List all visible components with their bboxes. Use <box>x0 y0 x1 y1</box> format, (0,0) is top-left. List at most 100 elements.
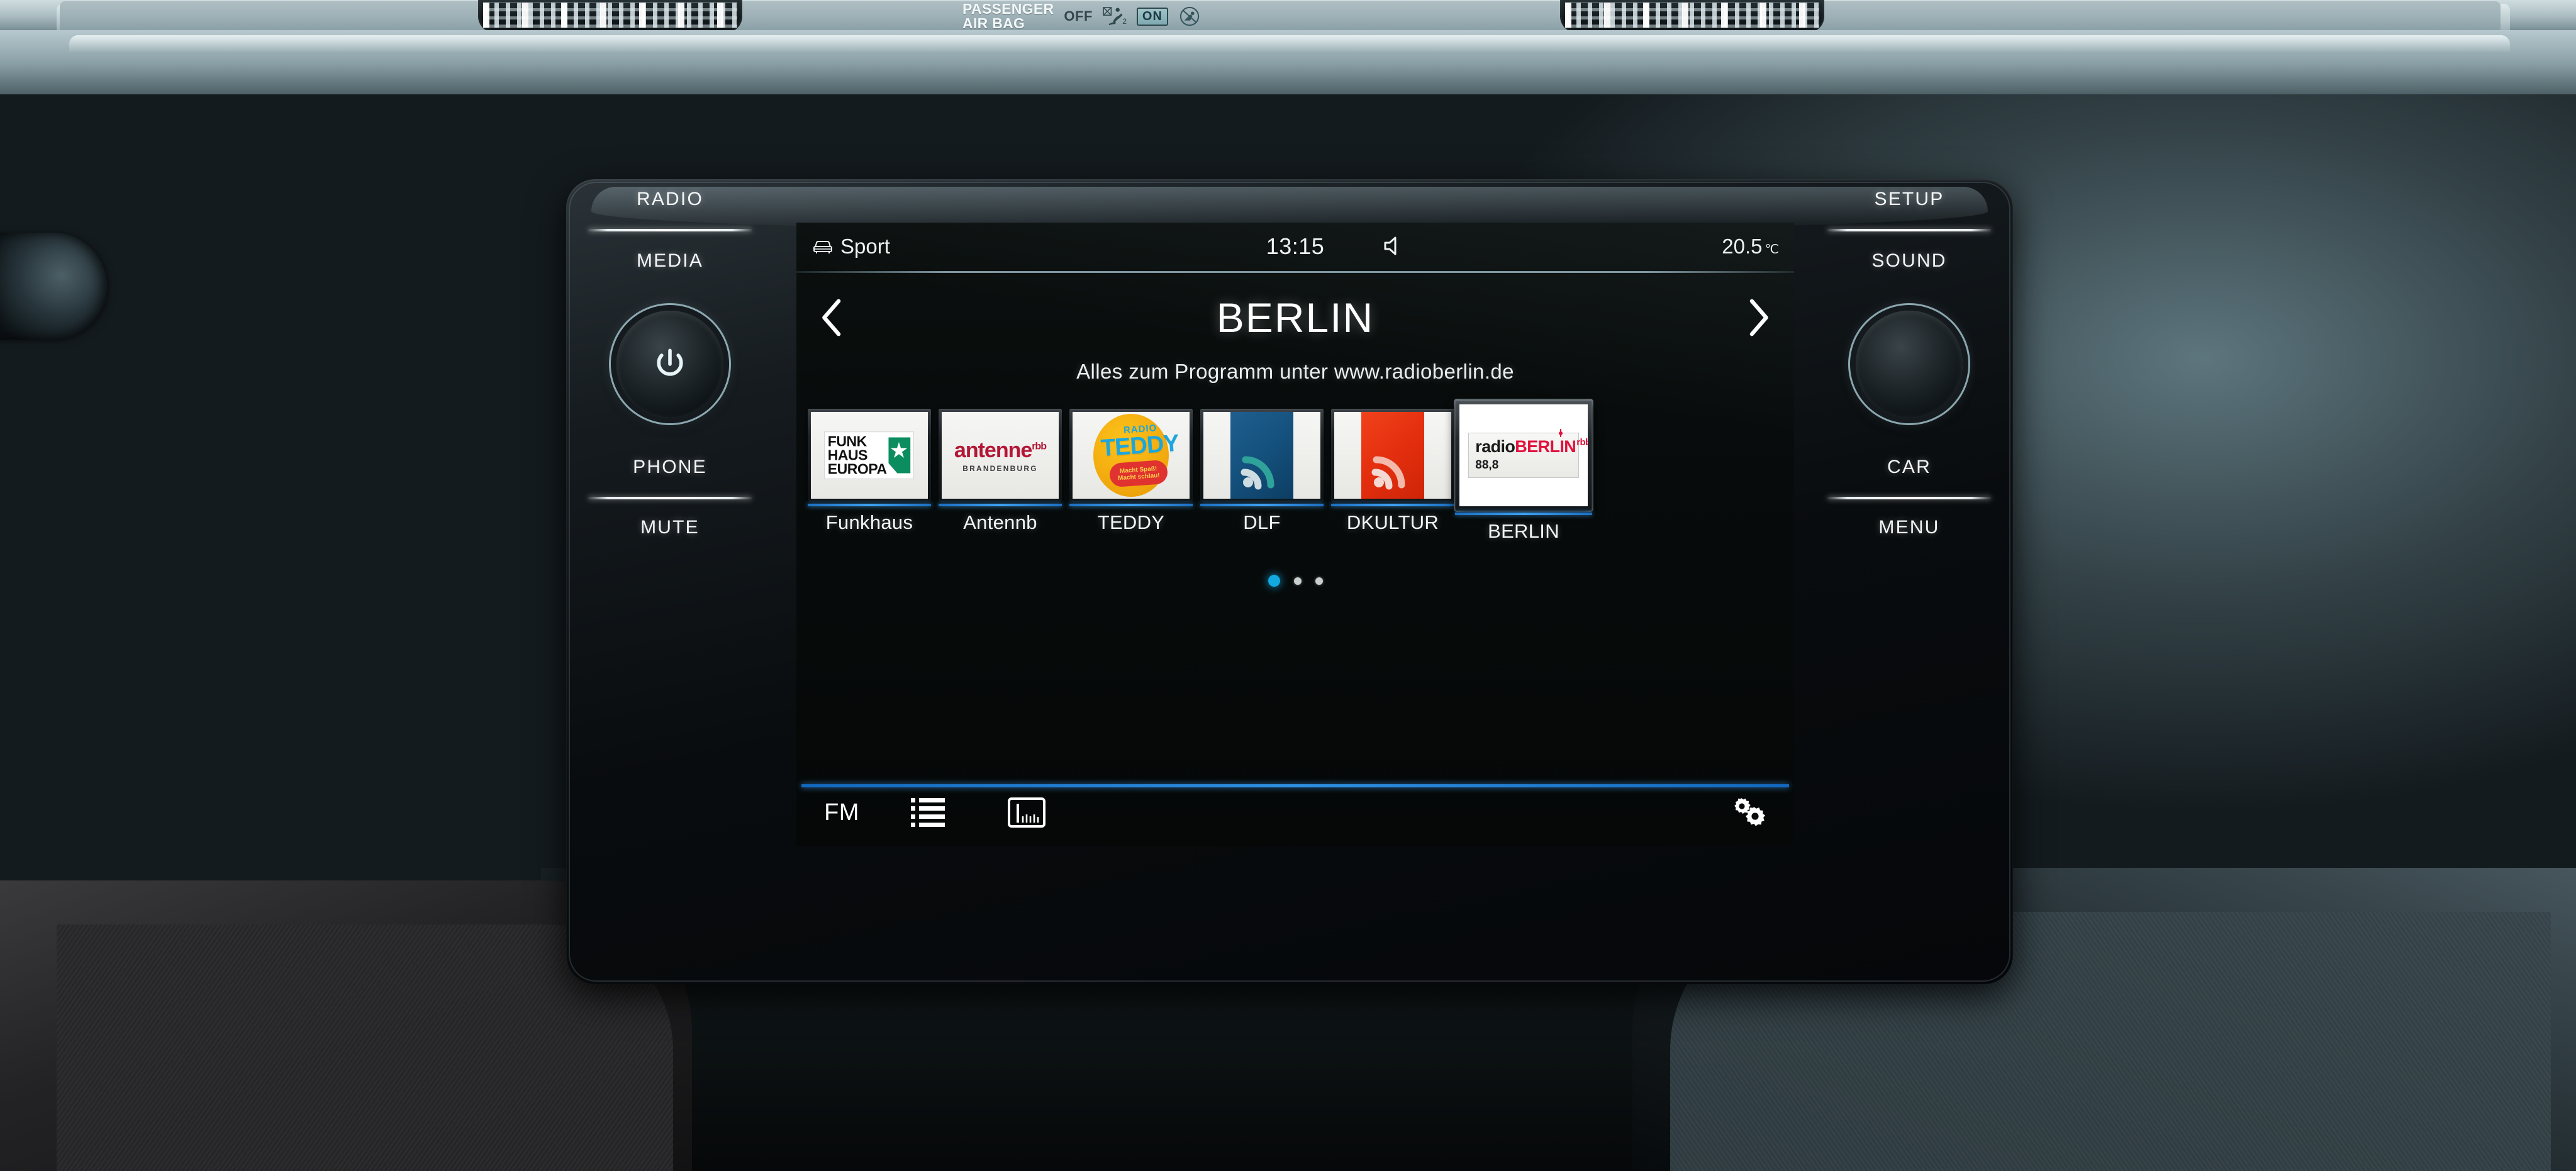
funkhaus-flag-icon <box>888 437 911 474</box>
preset-label: BERLIN <box>1488 520 1559 542</box>
radio-berlin-main-text: BERLIN <box>1515 437 1576 456</box>
svg-text:2: 2 <box>1122 17 1127 26</box>
airbag-title-block: PASSENGER AIR BAG <box>962 2 1054 31</box>
status-bar-divider <box>796 271 1794 273</box>
vent-slats-right <box>1565 3 1819 28</box>
funkhaus-star-icon <box>891 441 908 458</box>
preset-accent-underline <box>808 504 931 506</box>
preset-logo-frame: RADIO TEDDY Macht Spaß! Macht schlau! <box>1069 409 1193 502</box>
funkhaus-europa-logo: FUNK HAUS EUROPA <box>811 412 928 499</box>
station-list-icon <box>911 798 945 827</box>
hardware-keys-left: RADIO MEDIA PHONE MUTE <box>566 189 774 641</box>
tv-tower-icon <box>1559 429 1563 437</box>
preset-station-grid: FUNK HAUS EUROPA Funkhaus antennerbb BRA… <box>806 400 1784 553</box>
preset-tile-dkultur[interactable]: DKULTUR <box>1330 409 1456 534</box>
setup-button[interactable]: SETUP <box>1874 189 1944 210</box>
next-station-button[interactable] <box>1737 294 1778 341</box>
preset-label: DLF <box>1243 511 1281 533</box>
preset-label: Antennb <box>963 511 1037 533</box>
key-divider-top-right <box>1827 229 1991 231</box>
sound-button[interactable]: SOUND <box>1871 250 1946 272</box>
station-list-button[interactable] <box>902 791 954 835</box>
preset-label: Funkhaus <box>825 511 913 533</box>
airbag-off-icon: 2 <box>1103 7 1127 26</box>
deutschlandfunk-kultur-logo <box>1334 412 1451 499</box>
airbag-off-label: OFF <box>1064 8 1093 24</box>
tune-rotary-knob[interactable] <box>1839 294 1979 434</box>
teddy-slogan-banner: Macht Spaß! Macht schlau! <box>1108 459 1169 488</box>
preset-accent-underline <box>1331 504 1454 506</box>
funkhaus-line2: HAUS <box>828 447 868 463</box>
key-divider-bottom-left <box>588 497 752 499</box>
passenger-airbag-indicator: PASSENGER AIR BAG OFF 2 ON <box>962 1 1403 31</box>
preset-tile-dlf[interactable]: DLF <box>1199 409 1325 534</box>
previous-station-button[interactable] <box>813 294 853 341</box>
child-seat-prohibited-icon <box>1179 6 1200 26</box>
radio-wave-icon <box>1371 456 1405 490</box>
settings-gears-icon <box>1734 798 1765 826</box>
hardware-keys-right: SETUP SOUND CAR MENU <box>1805 189 2013 641</box>
speaker-mute-icon[interactable] <box>1381 234 1408 258</box>
antenne-wordmark: antennerbb <box>954 438 1047 463</box>
current-station-name: BERLIN <box>1216 294 1374 341</box>
radio-berlin-rbb-logo: radioBERLINrbb 88,8 <box>1459 404 1588 506</box>
deutschlandfunk-logo <box>1203 412 1320 499</box>
preset-tile-funkhaus[interactable]: FUNK HAUS EUROPA Funkhaus <box>806 409 932 534</box>
touchscreen-display[interactable]: Sport 13:15 20.5 ℃ BERLIN Alles zum Prog… <box>796 223 1794 846</box>
phone-button[interactable]: PHONE <box>633 457 707 478</box>
funkhaus-line3: EUROPA <box>828 461 888 477</box>
air-vent-right <box>1560 0 1824 33</box>
status-bar: Sport 13:15 20.5 ℃ <box>796 223 1794 270</box>
settings-button[interactable] <box>1719 791 1776 835</box>
pagination-dot-2[interactable] <box>1293 577 1302 585</box>
station-header: BERLIN <box>796 283 1794 352</box>
status-center-group: 13:15 <box>796 233 1794 260</box>
antenne-brandenburg-logo: antennerbb BRANDENBURG <box>942 412 1059 499</box>
radio-text: Alles zum Programm unter www.radioberlin… <box>1076 360 1514 383</box>
airbag-on-label: ON <box>1136 7 1168 26</box>
preset-logo-frame: antennerbb BRANDENBURG <box>939 409 1062 502</box>
dkultur-logo-art <box>1361 412 1424 499</box>
funkhaus-wordmark: FUNK HAUS EUROPA <box>828 433 888 477</box>
radio-button[interactable]: RADIO <box>637 189 703 210</box>
chevron-left-icon <box>822 299 841 336</box>
preset-tile-radio-teddy[interactable]: RADIO TEDDY Macht Spaß! Macht schlau! TE… <box>1068 409 1194 534</box>
vent-slats-left <box>483 3 737 28</box>
temperature-value: 20.5 <box>1722 235 1763 258</box>
preset-accent-underline <box>1200 504 1324 506</box>
radio-wave-icon <box>1241 456 1274 490</box>
pagination-dot-1[interactable] <box>1268 575 1280 587</box>
radio-teddy-logo: RADIO TEDDY Macht Spaß! Macht schlau! <box>1073 412 1190 499</box>
temperature-unit: ℃ <box>1765 243 1779 257</box>
air-vent-left <box>478 0 742 33</box>
antenne-subtitle: BRANDENBURG <box>962 463 1038 473</box>
funkhaus-logo-art: FUNK HAUS EUROPA <box>824 431 915 479</box>
power-volume-knob[interactable] <box>600 294 740 434</box>
dlf-logo-art <box>1230 412 1293 499</box>
menu-button[interactable]: MENU <box>1878 517 1939 538</box>
preset-pagination[interactable] <box>796 575 1794 587</box>
preset-label: DKULTUR <box>1346 511 1439 533</box>
antenne-logo-art: antennerbb BRANDENBURG <box>954 438 1047 473</box>
manual-tuner-icon <box>1008 797 1045 828</box>
preset-tile-antenne-brandenburg[interactable]: antennerbb BRANDENBURG Antennb <box>937 409 1063 534</box>
preset-accent-underline <box>939 504 1062 506</box>
band-fm-button[interactable]: FM <box>813 791 871 835</box>
steering-column-stalk <box>0 233 107 340</box>
power-icon <box>657 348 683 376</box>
funkhaus-line1: FUNK <box>828 433 867 450</box>
radio-berlin-logo-art: radioBERLINrbb 88,8 <box>1468 429 1588 478</box>
clock-label: 13:15 <box>1266 233 1325 259</box>
antenne-rbb-sup: rbb <box>1032 441 1047 452</box>
car-button[interactable]: CAR <box>1887 457 1931 478</box>
pagination-dot-3[interactable] <box>1315 577 1323 585</box>
bottom-toolbar: FM <box>796 787 1794 838</box>
media-button[interactable]: MEDIA <box>637 250 703 272</box>
preset-tile-radio-berlin[interactable]: radioBERLINrbb 88,8 BERLIN <box>1455 400 1592 543</box>
airbag-title-line1: PASSENGER <box>962 1 1054 17</box>
manual-tuner-button[interactable] <box>998 791 1056 835</box>
radio-berlin-main: BERLIN <box>1515 429 1576 457</box>
teddy-logo-art: RADIO TEDDY Macht Spaß! Macht schlau! <box>1093 414 1179 497</box>
radio-berlin-wordmark: radioBERLINrbb <box>1475 429 1588 457</box>
mute-button[interactable]: MUTE <box>640 517 700 538</box>
